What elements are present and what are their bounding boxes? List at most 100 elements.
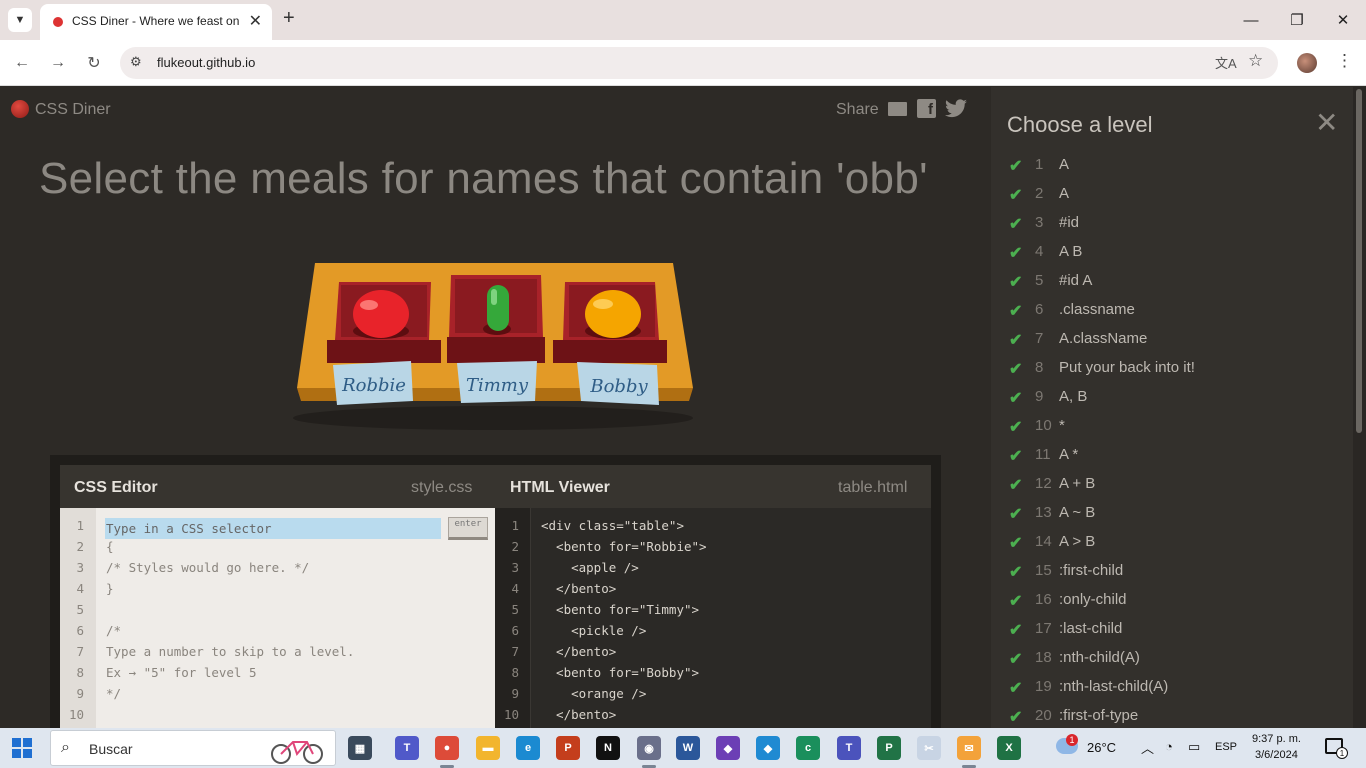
scrollbar[interactable] <box>1353 87 1366 728</box>
translate-icon[interactable]: 文A <box>1215 53 1237 72</box>
enter-button[interactable]: enter <box>448 517 488 540</box>
file-explorer-icon[interactable]: ▬ <box>476 736 500 760</box>
forward-button[interactable]: → <box>45 50 71 76</box>
clock-date[interactable]: 3/6/2024 <box>1255 749 1298 761</box>
level-item[interactable]: ✔ 1 A <box>991 151 1353 180</box>
reload-button[interactable]: ↻ <box>81 50 107 76</box>
close-icon[interactable]: ✕ <box>1315 109 1338 137</box>
powerpoint-icon[interactable]: P <box>556 736 580 760</box>
teams-icon[interactable]: T <box>395 736 419 760</box>
level-item[interactable]: ✔ 18:nth-child(A) <box>991 644 1353 673</box>
media-app-icon[interactable]: ◉ <box>637 736 661 760</box>
html-code-line[interactable]: </bento> <box>541 644 616 659</box>
level-item[interactable]: ✔ 16:only-child <box>991 586 1353 615</box>
netflix-icon[interactable]: N <box>596 736 620 760</box>
clock-time[interactable]: 9:37 p. m. <box>1252 733 1301 745</box>
html-code-line[interactable]: <div class="table"> <box>541 518 684 533</box>
html-code-line[interactable]: <bento for="Robbie"> <box>541 539 707 554</box>
close-window-button[interactable]: ✕ <box>1320 6 1366 34</box>
facebook-icon[interactable]: f <box>917 99 936 118</box>
level-item[interactable]: ✔ 10 * <box>991 412 1353 441</box>
back-button[interactable]: ← <box>9 50 35 76</box>
restore-button[interactable]: ❐ <box>1274 6 1320 34</box>
language-indicator[interactable]: ESP <box>1215 741 1237 753</box>
level-item[interactable]: ✔ 7 A.className <box>991 325 1353 354</box>
menu-icon[interactable]: ⋮ <box>1336 51 1353 71</box>
tab-title: CSS Diner - Where we feast on CSS <box>72 14 242 28</box>
battery-icon[interactable]: ▭ <box>1188 739 1200 755</box>
level-item[interactable]: ✔ 12 A + B <box>991 470 1353 499</box>
windows-logo-pane <box>12 749 21 758</box>
mail-icon[interactable] <box>888 102 907 116</box>
visual-studio-icon[interactable]: ◆ <box>716 736 740 760</box>
css-code-line: /* Styles would go here. */ <box>106 560 310 575</box>
teams-classic-icon[interactable]: T <box>837 736 861 760</box>
twitter-icon[interactable] <box>944 99 968 119</box>
level-number: 14 <box>1035 533 1052 550</box>
level-item[interactable]: ✔ 14 A > B <box>991 528 1353 557</box>
apple-food[interactable] <box>353 290 409 338</box>
level-name: #id A <box>1059 272 1093 289</box>
level-number: 2 <box>1035 185 1044 202</box>
snipping-tool-icon[interactable]: ✂ <box>917 736 941 760</box>
new-tab-button[interactable]: + <box>283 7 295 30</box>
level-item[interactable]: ✔ 11 A * <box>991 441 1353 470</box>
tab-strip: ▼ CSS Diner - Where we feast on CSS ✕ + … <box>0 0 1366 40</box>
avatar[interactable] <box>1297 53 1317 73</box>
excel-icon[interactable]: X <box>997 736 1021 760</box>
html-code-line[interactable]: </bento> <box>541 581 616 596</box>
chevron-up-icon[interactable]: ︿ <box>1141 738 1154 757</box>
css-code-line: Ex → "5" for level 5 <box>106 665 257 680</box>
pickle-food[interactable] <box>487 285 509 331</box>
chrome-icon[interactable]: ● <box>435 736 459 760</box>
level-item[interactable]: ✔ 4 A B <box>991 238 1353 267</box>
html-code-line[interactable]: <bento for="Timmy"> <box>541 602 699 617</box>
edge-icon[interactable]: e <box>516 736 540 760</box>
logo[interactable]: CSS Diner <box>35 101 111 119</box>
html-code-line[interactable]: </bento> <box>541 707 616 722</box>
level-item[interactable]: ✔ 19:nth-last-child(A) <box>991 673 1353 702</box>
start-button[interactable] <box>12 738 32 758</box>
check-icon: ✔ <box>1009 622 1023 639</box>
minimize-button[interactable]: — <box>1228 6 1274 34</box>
level-item[interactable]: ✔ 5 #id A <box>991 267 1353 296</box>
url-text[interactable]: flukeout.github.io <box>157 55 255 70</box>
active-tab[interactable]: CSS Diner - Where we feast on CSS ✕ <box>40 4 272 40</box>
level-item[interactable]: ✔ 15:first-child <box>991 557 1353 586</box>
star-icon[interactable]: ☆ <box>1248 51 1263 71</box>
project-icon[interactable]: P <box>877 736 901 760</box>
tab-search-button[interactable]: ▼ <box>8 8 32 32</box>
html-line-number: 10 <box>503 707 519 722</box>
html-code-line[interactable]: <orange /> <box>541 686 646 701</box>
word-icon[interactable]: W <box>676 736 700 760</box>
level-item[interactable]: ✔ 20:first-of-type <box>991 702 1353 728</box>
css-selector-input[interactable] <box>105 518 441 539</box>
level-item[interactable]: ✔ 9 A, B <box>991 383 1353 412</box>
address-bar[interactable]: ⚙ flukeout.github.io 文A ☆ <box>120 47 1278 79</box>
task-view-icon[interactable]: ▦ <box>348 736 372 760</box>
html-line-number: 5 <box>511 602 519 617</box>
close-icon[interactable]: ✕ <box>249 11 262 31</box>
html-code-line[interactable]: <apple /> <box>541 560 639 575</box>
taskbar: ⌕ Buscar ▦ T ● ▬ e P N ◉ W ◆ ◆ c T P ✂ ✉ X 1 26°C ︿ ◔ ▭ … <box>0 728 1366 768</box>
level-item[interactable]: ✔ 13 A ~ B <box>991 499 1353 528</box>
html-code-line[interactable]: <bento for="Bobby"> <box>541 665 699 680</box>
html-code-line[interactable]: <pickle /> <box>541 623 646 638</box>
mail-icon[interactable]: ✉ <box>957 736 981 760</box>
level-item[interactable]: ✔ 2 A <box>991 180 1353 209</box>
scroll-thumb[interactable] <box>1356 89 1362 433</box>
orange-food[interactable] <box>585 290 641 338</box>
taskbar-search[interactable]: ⌕ Buscar <box>50 730 336 766</box>
vscode-icon[interactable]: ◆ <box>756 736 780 760</box>
html-line-number: 3 <box>511 560 519 575</box>
level-item[interactable]: ✔ 17:last-child <box>991 615 1353 644</box>
site-info-icon[interactable]: ⚙ <box>130 54 148 72</box>
level-item[interactable]: ✔ 8 Put your back into it! <box>991 354 1353 383</box>
level-item[interactable]: ✔ 3 #id <box>991 209 1353 238</box>
level-number: 18 <box>1035 649 1052 666</box>
wifi-icon[interactable]: ◔ <box>1165 739 1173 754</box>
cricut-icon[interactable]: c <box>796 736 820 760</box>
temperature[interactable]: 26°C <box>1087 740 1116 755</box>
level-item[interactable]: ✔ 6 .classname <box>991 296 1353 325</box>
level-number: 9 <box>1035 388 1044 405</box>
